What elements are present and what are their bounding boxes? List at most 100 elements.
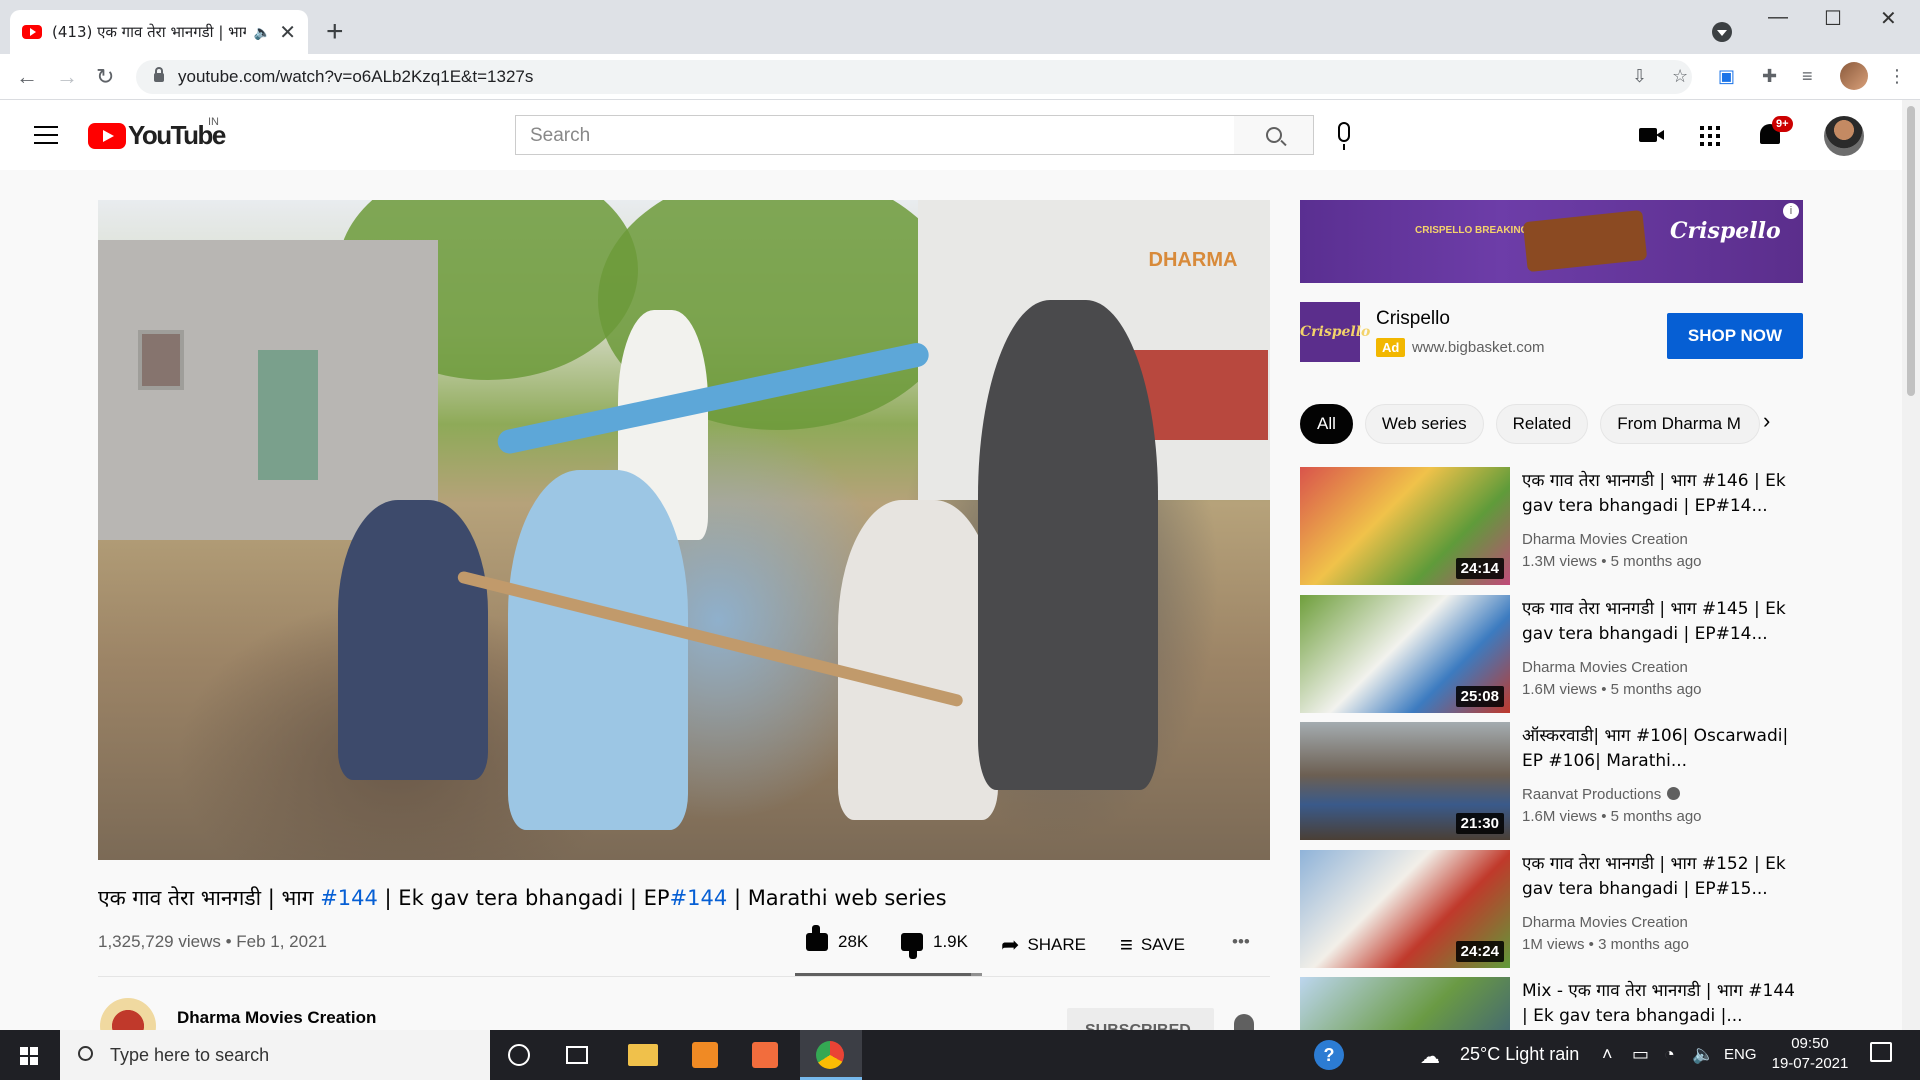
recommendation-title[interactable]: एक गाव तेरा भानगडी | भाग #152 | Ek gav t…: [1522, 852, 1802, 902]
video-thumbnail[interactable]: 24:24: [1300, 850, 1510, 968]
ad-advertiser-name[interactable]: Crispello: [1376, 308, 1450, 330]
chip-all[interactable]: All: [1300, 404, 1353, 444]
like-button[interactable]: 28K: [806, 925, 869, 952]
tab-title: (413) एक गाव तेरा भानगडी | भाग: [52, 23, 246, 41]
dislike-button[interactable]: 1.9K: [901, 932, 968, 952]
close-tab-icon[interactable]: ✕: [279, 20, 296, 45]
video-frame-window: [138, 330, 184, 390]
extensions-puzzle-icon[interactable]: ✚: [1762, 66, 1777, 87]
extension-icon[interactable]: ▣: [1718, 66, 1735, 87]
account-avatar[interactable]: [1824, 116, 1864, 156]
forward-icon[interactable]: →: [56, 64, 78, 90]
bookmark-star-icon[interactable]: ☆: [1672, 66, 1688, 87]
video-player[interactable]: DHARMA: [98, 200, 1270, 860]
speaker-icon[interactable]: 🔈: [254, 24, 271, 41]
volume-icon[interactable]: 🔈: [1692, 1044, 1714, 1065]
chip-related[interactable]: Related: [1495, 404, 1589, 444]
action-center-icon[interactable]: [1870, 1042, 1892, 1062]
windows-start-icon[interactable]: [20, 1047, 38, 1065]
help-icon[interactable]: ?: [1314, 1040, 1344, 1070]
lock-icon: [154, 66, 164, 82]
weather-text[interactable]: 25°C Light rain: [1460, 1044, 1579, 1065]
scrollbar-thumb[interactable]: [1907, 106, 1915, 396]
video-frame-person: [838, 500, 998, 820]
create-video-icon[interactable]: [1639, 128, 1664, 142]
hashtag-link[interactable]: #144: [320, 886, 378, 910]
new-tab-button[interactable]: +: [326, 14, 344, 50]
battery-icon[interactable]: ▭: [1632, 1044, 1649, 1065]
country-code: IN: [208, 116, 219, 128]
recommendation-channel[interactable]: Dharma Movies Creation: [1522, 914, 1688, 931]
weather-cloud-icon[interactable]: ☁: [1420, 1044, 1440, 1069]
recommendation-channel[interactable]: Raanvat Productions: [1522, 786, 1681, 803]
file-explorer-icon[interactable]: [628, 1044, 658, 1066]
maximize-icon[interactable]: ☐: [1824, 6, 1842, 31]
show-hidden-icons[interactable]: ˄: [1602, 1044, 1613, 1065]
wifi-icon[interactable]: ◔: [1664, 1044, 1675, 1065]
sublime-text-icon[interactable]: [692, 1042, 718, 1068]
save-label: SAVE: [1140, 935, 1185, 954]
recommendation-title[interactable]: ऑस्करवाडी| भाग #106| Oscarwadi| EP #106|…: [1522, 724, 1802, 774]
install-icon[interactable]: ⇩: [1632, 66, 1647, 87]
cortana-icon[interactable]: [508, 1044, 530, 1066]
hamburger-menu-icon[interactable]: [34, 126, 58, 150]
recommendation-item[interactable]: 24:14 एक गाव तेरा भानगडी | भाग #146 | Ek…: [1300, 467, 1820, 585]
browser-profile-avatar[interactable]: [1840, 62, 1868, 90]
video-thumbnail[interactable]: 24:14: [1300, 467, 1510, 585]
recommendation-channel[interactable]: Dharma Movies Creation: [1522, 531, 1688, 548]
more-actions-button[interactable]: •••: [1232, 932, 1250, 952]
save-button[interactable]: ≡ SAVE: [1120, 932, 1185, 958]
browser-menu-icon[interactable]: ⋮: [1888, 66, 1906, 87]
tab-search-icon[interactable]: [1712, 22, 1732, 42]
recommendation-channel[interactable]: Dharma Movies Creation: [1522, 659, 1688, 676]
hashtag-link[interactable]: #144: [670, 886, 728, 910]
channel-name[interactable]: Dharma Movies Creation: [177, 1008, 376, 1028]
media-control-icon[interactable]: ≡: [1802, 66, 1813, 87]
taskbar-search-input[interactable]: Type here to search: [60, 1030, 490, 1080]
microphone-icon[interactable]: [1338, 122, 1350, 150]
shop-now-button[interactable]: SHOP NOW: [1667, 313, 1803, 359]
page-scrollbar[interactable]: [1902, 100, 1920, 1030]
youtube-favicon-icon: [22, 25, 42, 39]
task-view-icon[interactable]: [566, 1046, 588, 1064]
minimize-icon[interactable]: —: [1768, 6, 1788, 29]
video-thumbnail[interactable]: 25:08: [1300, 595, 1510, 713]
apps-grid-icon[interactable]: [1700, 126, 1720, 146]
close-window-icon[interactable]: ✕: [1880, 6, 1897, 31]
thumbs-up-icon: [806, 925, 828, 951]
chevron-right-icon[interactable]: ›: [1763, 408, 1770, 434]
share-button[interactable]: ➦ SHARE: [1001, 932, 1086, 958]
playlist-add-icon: ≡: [1120, 932, 1133, 957]
search-button[interactable]: [1234, 115, 1314, 155]
recommendation-item[interactable]: 24:24 एक गाव तेरा भानगडी | भाग #152 | Ek…: [1300, 850, 1820, 968]
recommendation-title[interactable]: Mix - एक गाव तेरा भानगडी | भाग #144 | Ek…: [1522, 979, 1802, 1029]
ad-logo[interactable]: Crispello: [1300, 302, 1370, 362]
recommendation-item[interactable]: 25:08 एक गाव तेरा भानगडी | भाग #145 | Ek…: [1300, 595, 1820, 713]
chip-from-channel[interactable]: From Dharma M: [1600, 404, 1761, 444]
video-thumbnail[interactable]: 21:30: [1300, 722, 1510, 840]
search-input[interactable]: Search: [515, 115, 1235, 155]
recommendation-item[interactable]: 21:30 ऑस्करवाडी| भाग #106| Oscarwadi| EP…: [1300, 722, 1820, 840]
taskbar-clock[interactable]: 09:50 19-07-2021: [1770, 1034, 1850, 1074]
like-count: 28K: [838, 932, 869, 951]
video-thumbnail[interactable]: [1300, 977, 1510, 1030]
ad-info-icon[interactable]: i: [1783, 203, 1799, 219]
chip-web-series[interactable]: Web series: [1364, 404, 1484, 444]
ad-banner[interactable]: CRISPELLO BREAKING EQUAL SHARING Crispel…: [1300, 200, 1803, 283]
recommendation-views: 1M views • 3 months ago: [1522, 936, 1689, 953]
dislike-count: 1.9K: [933, 932, 968, 951]
youtube-header: YouTube IN Search 9+: [0, 100, 1920, 170]
back-icon[interactable]: ←: [16, 64, 38, 90]
reload-icon[interactable]: ↻: [96, 64, 114, 90]
chrome-taskbar-button[interactable]: [800, 1030, 862, 1080]
language-indicator[interactable]: ENG: [1724, 1046, 1757, 1063]
channel-watermark: DHARMA: [1148, 249, 1238, 271]
browser-tab[interactable]: (413) एक गाव तेरा भानगडी | भाग 🔈 ✕: [10, 10, 308, 54]
recommendation-item[interactable]: Mix - एक गाव तेरा भानगडी | भाग #144 | Ek…: [1300, 977, 1820, 1030]
duration-badge: 21:30: [1455, 813, 1504, 834]
address-bar[interactable]: youtube.com/watch?v=o6ALb2Kzq1E&t=1327s: [136, 60, 1692, 94]
xampp-icon[interactable]: [752, 1042, 778, 1068]
youtube-logo[interactable]: YouTube IN: [88, 116, 226, 151]
recommendation-title[interactable]: एक गाव तेरा भानगडी | भाग #146 | Ek gav t…: [1522, 469, 1802, 519]
recommendation-title[interactable]: एक गाव तेरा भानगडी | भाग #145 | Ek gav t…: [1522, 597, 1802, 647]
